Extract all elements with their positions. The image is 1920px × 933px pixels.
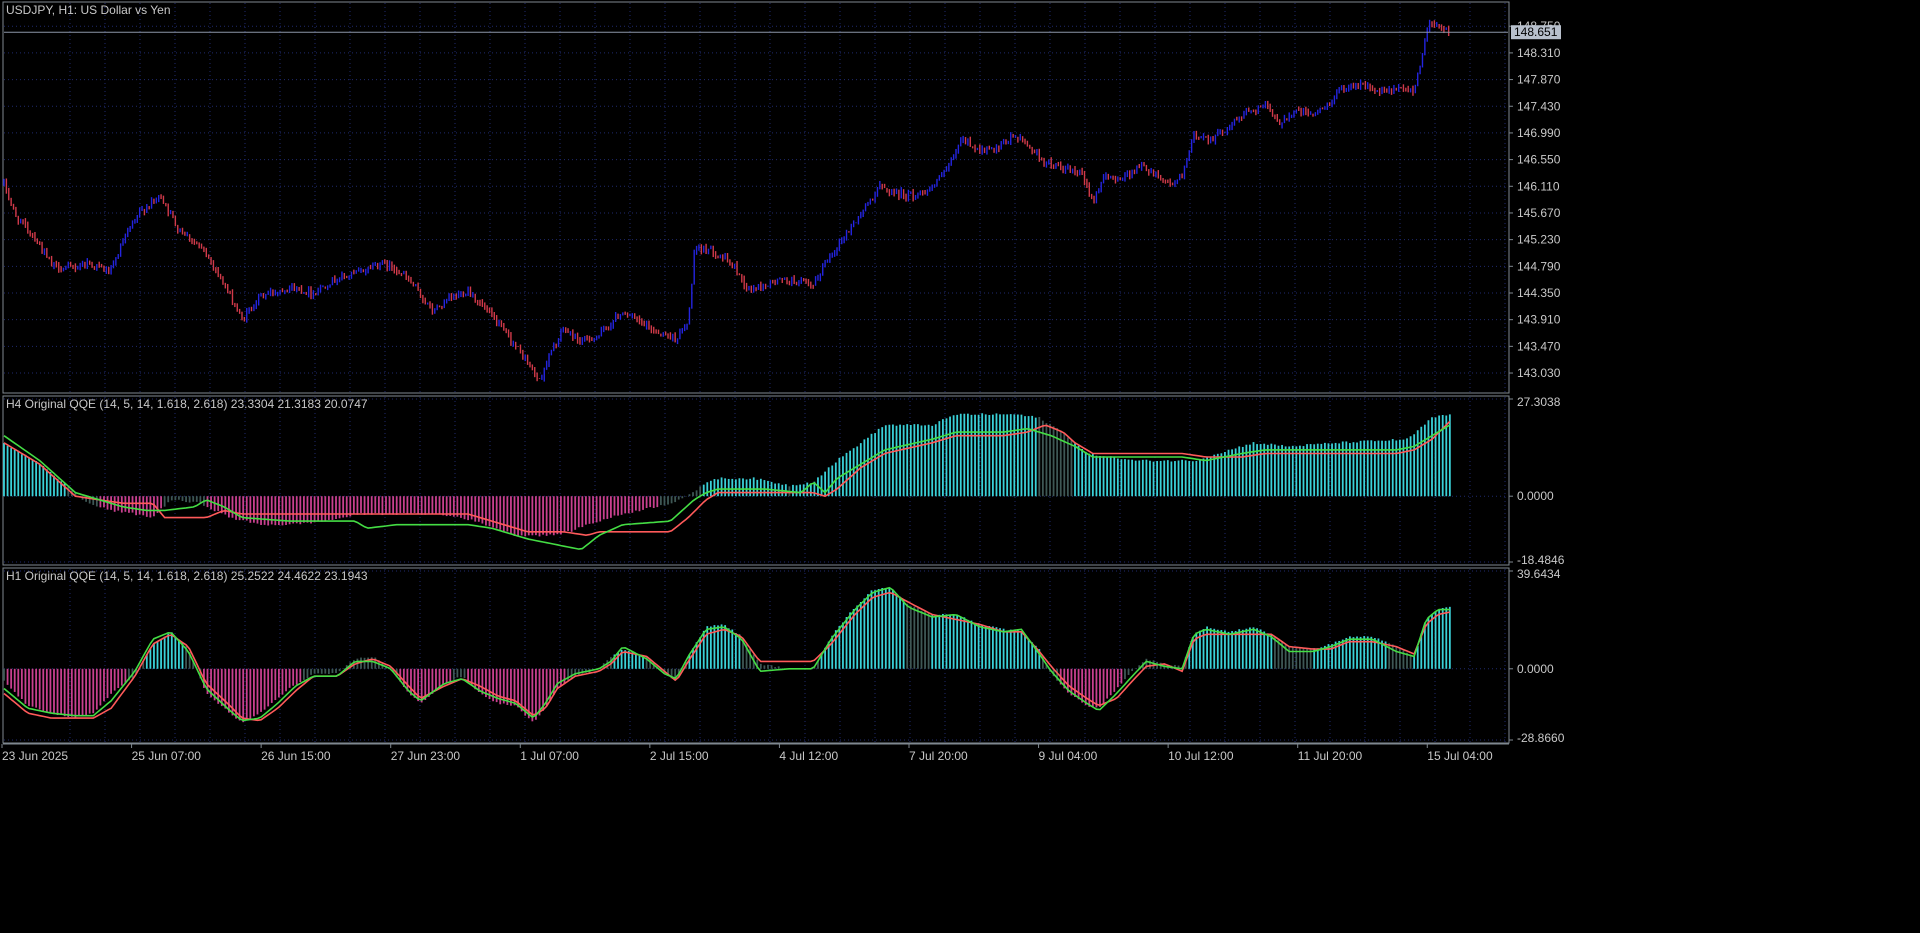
h1-qqe-panel[interactable]: 39.6434 0.0000 -28.8660 H1 Original QQE (14… [2, 567, 1565, 745]
y-tick-label: 143.030 [1517, 366, 1561, 380]
panel-border [2, 395, 1510, 566]
y-tick-label: 146.550 [1517, 153, 1561, 167]
y-tick-label: 146.110 [1517, 179, 1560, 193]
time-tick-label: 27 Jun 23:00 [391, 749, 461, 763]
y-tick-label: 144.350 [1517, 286, 1561, 300]
y-axis: 148.750148.310147.870147.430146.990146.5… [1509, 19, 1561, 380]
time-tick-label: 9 Jul 04:00 [1039, 749, 1098, 763]
y-tick-label: -18.4846 [1517, 553, 1565, 567]
panel-title: H1 Original QQE (14, 5, 14, 1.618, 2.618… [6, 569, 368, 583]
y-tick-label: 143.910 [1517, 313, 1561, 327]
y-axis: 27.3038 0.0000 -18.4846 [1509, 395, 1565, 567]
y-tick-label: 143.470 [1517, 339, 1561, 353]
panel-title: H4 Original QQE (14, 5, 14, 1.618, 2.618… [6, 397, 368, 411]
y-tick-label: 27.3038 [1517, 395, 1561, 409]
time-tick-label: 26 Jun 15:00 [261, 749, 331, 763]
h4-qqe-panel[interactable]: 27.3038 0.0000 -18.4846 H4 Original QQE (14… [2, 395, 1565, 567]
time-tick-label: 7 Jul 20:00 [909, 749, 968, 763]
panel-title: USDJPY, H1: US Dollar vs Yen [6, 3, 171, 17]
panel-border [2, 1, 1510, 394]
y-tick-label: 147.430 [1517, 99, 1561, 113]
y-tick-label: 145.230 [1517, 233, 1561, 247]
y-tick-label: 39.6434 [1517, 567, 1561, 581]
price-panel[interactable]: 148.750148.310147.870147.430146.990146.5… [2, 1, 1561, 394]
time-tick-label: 25 Jun 07:00 [132, 749, 202, 763]
y-tick-label: 144.790 [1517, 259, 1561, 273]
time-tick-label: 23 Jun 2025 [2, 749, 68, 763]
time-tick-label: 4 Jul 12:00 [779, 749, 838, 763]
y-axis: 39.6434 0.0000 -28.8660 [1509, 567, 1565, 745]
time-axis: 23 Jun 2025 25 Jun 07:00 26 Jun 15:00 27 Ju… [1, 743, 1509, 763]
grid [4, 3, 1508, 392]
time-tick-label: 10 Jul 12:00 [1168, 749, 1234, 763]
y-tick-label: 145.670 [1517, 206, 1561, 220]
y-tick-label: 146.990 [1517, 126, 1561, 140]
time-tick-label: 11 Jul 20:00 [1298, 749, 1363, 763]
trading-chart[interactable]: 148.750148.310147.870147.430146.990146.5… [0, 0, 1920, 933]
y-tick-label: 147.870 [1517, 73, 1561, 87]
y-tick-label: -28.8660 [1517, 731, 1565, 745]
time-tick-label: 1 Jul 07:00 [520, 749, 579, 763]
current-price-label: 148.651 [1514, 25, 1558, 39]
y-tick-label: 0.0000 [1517, 662, 1554, 676]
time-tick-label: 2 Jul 15:00 [650, 749, 709, 763]
y-tick-label: 0.0000 [1517, 489, 1554, 503]
y-tick-label: 148.310 [1517, 46, 1561, 60]
time-tick-label: 15 Jul 04:00 [1427, 749, 1493, 763]
qqe-histogram [3, 413, 1451, 537]
candles [3, 19, 1450, 382]
